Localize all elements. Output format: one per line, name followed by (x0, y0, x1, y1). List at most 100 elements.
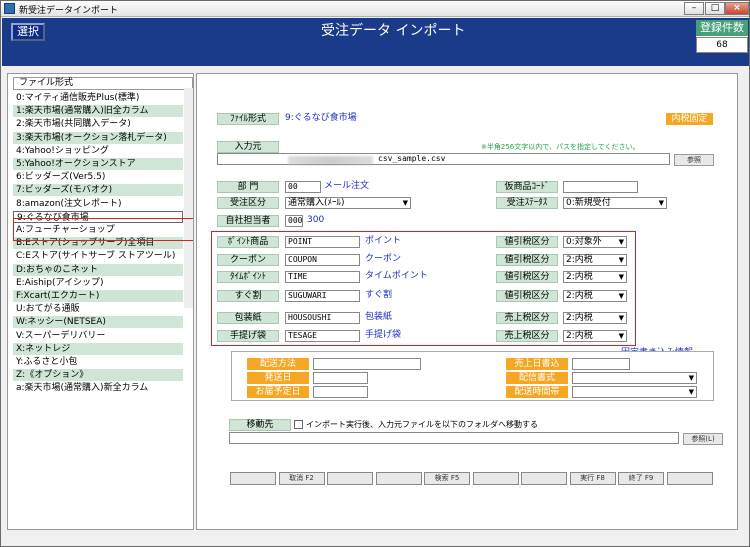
discount-item-name: タイムポイント (365, 271, 428, 281)
file-format-item[interactable]: 8:amazon(注文レポート) (13, 197, 183, 210)
file-format-label: ﾌｧｲﾙ形式 (217, 113, 279, 125)
tax-category-select[interactable]: 2:内税 ▼ (563, 330, 627, 342)
tax-category-value: 2:内税 (566, 313, 593, 323)
app-icon (4, 3, 15, 14)
file-format-item[interactable]: W:ネッシー(NETSEA) (13, 316, 183, 329)
ship-date-field[interactable] (313, 372, 368, 384)
file-format-item[interactable]: V:スーパーデリバリー (13, 329, 183, 342)
dept-label: 部 門 (217, 181, 279, 193)
delivery-time-select[interactable]: ▼ (572, 386, 697, 398)
shipping-method-label: 配送方法 (247, 358, 309, 370)
tax-category-value: 2:内税 (566, 291, 593, 301)
file-format-item[interactable]: 1:楽天市場(通常購入)旧全カラム (13, 105, 183, 118)
chevron-down-icon: ▼ (658, 199, 664, 207)
discount-items-highlight (211, 231, 636, 346)
list-scrollbar[interactable] (184, 88, 193, 308)
delivery-form-select[interactable]: ▼ (572, 372, 697, 384)
chevron-down-icon: ▼ (618, 273, 624, 281)
move-browse-button[interactable]: 参照(L) (683, 433, 723, 445)
chevron-down-icon: ▼ (402, 199, 408, 207)
discount-item-code-field[interactable]: SUGUWARI (285, 290, 360, 302)
discount-item-code-field[interactable]: HOUSOUSHI (285, 312, 360, 324)
sales-date-label: 売上日書込 (506, 358, 568, 370)
file-format-item[interactable]: 6:ビッダーズ(Ver5.5) (13, 171, 183, 184)
function-key-button[interactable] (472, 472, 519, 485)
order-status-select[interactable]: 0:新規受付 ▼ (563, 197, 667, 209)
tax-category-select[interactable]: 2:内税 ▼ (563, 271, 627, 283)
function-key-button[interactable]: 実行 F8 (569, 472, 616, 485)
file-format-item[interactable]: a:楽天市場(通常購入)新全カラム (13, 382, 183, 395)
discount-item-code-field[interactable]: TESAGE (285, 330, 360, 342)
function-key-button[interactable] (521, 472, 567, 485)
file-format-item[interactable]: 4:Yahoo!ショッピング (13, 144, 183, 157)
file-format-item[interactable]: D:おちゃのこネット (13, 263, 183, 276)
chevron-down-icon: ▼ (618, 292, 624, 300)
discount-item-code-field[interactable]: COUPON (285, 254, 360, 266)
tax-category-label: 売上税区分 (496, 330, 558, 342)
move-checkbox[interactable] (294, 420, 303, 429)
discount-item-label: すぐ割 (217, 290, 279, 302)
discount-item-name: 手提げ袋 (365, 330, 402, 340)
file-format-item[interactable]: Y:ふるさと小包 (13, 356, 183, 368)
move-path-field[interactable] (229, 432, 679, 444)
delivery-time-label: 配送時間帯 (506, 386, 568, 398)
file-format-item[interactable]: 0:マイティ通信販売Plus(標準) (13, 92, 183, 104)
minimize-button[interactable]: – (684, 2, 704, 15)
file-format-item[interactable]: X:ネットレジ (13, 342, 183, 355)
record-count-value: 68 (696, 37, 748, 53)
file-format-item[interactable]: 2:楽天市場(共同購入データ) (13, 118, 183, 131)
sales-date-field[interactable] (572, 358, 630, 370)
file-format-value: 9:ぐるなび食市場 (285, 113, 357, 123)
dept-name: メール注文 (324, 181, 370, 191)
staff-code-field[interactable]: 000 (285, 215, 303, 227)
file-format-item[interactable]: C:Eストア(サイトサーブ ストアツール) (13, 250, 183, 263)
record-count-box: 登録件数 68 (696, 20, 748, 53)
function-key-button[interactable]: 取消 F2 (278, 472, 325, 485)
chevron-down-icon: ▼ (618, 314, 624, 322)
browse-button[interactable]: 参照 (674, 154, 714, 166)
tax-category-select[interactable]: 2:内税 ▼ (563, 254, 627, 266)
file-format-item[interactable]: 7:ビッダーズ(モバオク) (13, 184, 183, 197)
function-key-button[interactable] (666, 472, 713, 485)
file-format-list-header: ファイル形式 (13, 77, 193, 90)
file-format-item[interactable]: Z:《オプション》 (13, 369, 183, 382)
tax-category-label: 売上税区分 (496, 312, 558, 324)
order-type-select[interactable]: 通常購入(ﾒｰﾙ) ▼ (285, 197, 411, 209)
file-format-item[interactable]: F:Xcart(エクカート) (13, 290, 183, 302)
function-key-button[interactable] (230, 472, 276, 485)
input-path-field[interactable]: csv_sample.csv (217, 153, 670, 165)
select-button[interactable]: 選択 (11, 23, 45, 41)
function-key-button[interactable] (375, 472, 422, 485)
shipping-method-field[interactable] (313, 358, 421, 370)
tax-category-label: 値引税区分 (496, 290, 558, 302)
chevron-down-icon: ▼ (618, 238, 624, 246)
close-button[interactable]: × (725, 2, 749, 15)
selection-highlight (13, 218, 193, 241)
tax-category-select[interactable]: 0:対象外 ▼ (563, 236, 627, 248)
tax-category-value: 2:内税 (566, 255, 593, 265)
function-key-button[interactable] (327, 472, 373, 485)
file-format-item[interactable]: 5:Yahoo!オークションストア (13, 158, 183, 170)
temp-code-field[interactable] (563, 181, 638, 193)
tax-category-select[interactable]: 2:内税 ▼ (563, 290, 627, 302)
file-format-item[interactable]: E:Aiship(アイシップ) (13, 276, 183, 289)
function-key-button[interactable]: 終了 F9 (618, 472, 664, 485)
tax-category-select[interactable]: 2:内税 ▼ (563, 312, 627, 324)
discount-item-name: すぐ割 (365, 290, 393, 300)
window-title: 新受注データインポート (19, 6, 119, 16)
discount-item-code-field[interactable]: POINT (285, 236, 360, 248)
order-type-label: 受注区分 (217, 197, 279, 209)
tax-category-label: 値引税区分 (496, 236, 558, 248)
file-format-item[interactable]: U:おてがる通販 (13, 303, 183, 316)
delivery-date-field[interactable] (313, 386, 368, 398)
discount-item-code-field[interactable]: TIME (285, 271, 360, 283)
discount-item-label: 手提げ袋 (217, 330, 279, 342)
record-count-label: 登録件数 (696, 20, 748, 36)
discount-item-name: 包装紙 (365, 312, 393, 322)
function-key-button[interactable]: 検索 F5 (424, 472, 470, 485)
dept-code-field[interactable]: 00 (285, 181, 321, 193)
file-format-item[interactable]: 3:楽天市場(オークション落札データ) (13, 131, 183, 144)
tax-category-value: 0:対象外 (566, 237, 602, 247)
tax-category-label: 値引税区分 (496, 271, 558, 283)
maximize-button[interactable]: □ (705, 2, 725, 15)
